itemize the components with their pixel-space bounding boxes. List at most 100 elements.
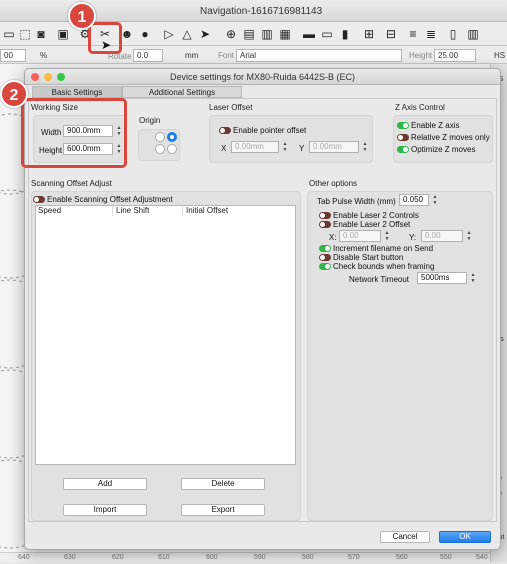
font-label: Font: [218, 51, 235, 60]
height-input[interactable]: 25.00: [434, 49, 476, 62]
laser-offset-x-label: X: [221, 144, 227, 153]
cancel-button[interactable]: Cancel: [380, 531, 430, 543]
increment-filename-toggle[interactable]: [319, 245, 331, 252]
size-icon[interactable]: ▯: [446, 27, 460, 41]
ok-button[interactable]: OK: [439, 531, 491, 543]
origin-bottom-right[interactable]: [167, 144, 177, 154]
distribute-v-icon[interactable]: ▭: [320, 27, 334, 41]
laser-offset-x-stepper[interactable]: ▲ ▼: [281, 141, 289, 154]
network-timeout-label: Network Timeout: [349, 275, 410, 284]
callout-2: 2: [0, 80, 28, 108]
zoom-unit: %: [40, 51, 48, 60]
laser2-offset-label: Enable Laser 2 Offset: [333, 220, 411, 229]
send-icon[interactable]: ➤: [198, 27, 212, 41]
distribute-h-icon[interactable]: ▬: [302, 27, 316, 41]
laser2-controls-toggle[interactable]: [319, 212, 331, 219]
ruler-tick: 620: [112, 554, 124, 561]
export-button[interactable]: Export: [181, 504, 265, 516]
tab-pulse-label: Tab Pulse Width (mm): [317, 197, 396, 206]
network-timeout-input[interactable]: 5000ms: [417, 272, 467, 284]
origin-top-right[interactable]: [167, 132, 177, 142]
space-icon[interactable]: ≣: [424, 27, 438, 41]
ruler-tick: 540: [476, 554, 488, 561]
mm-label: mm: [185, 51, 199, 60]
laser2-y-label: Y:: [409, 233, 417, 242]
ruler-tick: 640: [18, 554, 30, 561]
ruler-tick: 600: [206, 554, 218, 561]
add-button[interactable]: Add: [63, 478, 147, 490]
laser-offset-y-label: Y: [299, 144, 305, 153]
import-button[interactable]: Import: [63, 504, 147, 516]
hs-label: HS: [494, 51, 506, 60]
relative-z-label: Relative Z moves only: [411, 133, 490, 142]
origin-top-left[interactable]: [155, 132, 165, 142]
dialog-title-bar: Device settings for MX80-Ruida 6442S-B (…: [25, 69, 500, 85]
laser-offset-x-input[interactable]: 0.00mm: [231, 141, 279, 153]
laser-offset-y-input[interactable]: 0.00mm: [309, 141, 359, 153]
scanning-offset-label: Scanning Offset Adjust: [31, 179, 112, 188]
disable-start-toggle[interactable]: [319, 254, 331, 261]
group-icon[interactable]: ▮: [338, 27, 352, 41]
property-toolbar: 00 % Rotate 0.0 mm Font Arial Height 25.…: [0, 46, 507, 64]
other-options-label: Other options: [309, 179, 358, 188]
disable-start-label: Disable Start button: [333, 253, 404, 262]
align-right-icon[interactable]: ▦: [278, 27, 292, 41]
origin-bottom-left[interactable]: [155, 144, 165, 154]
origin-label: Origin: [139, 116, 161, 125]
tab-pulse-stepper[interactable]: ▲ ▼: [431, 194, 439, 207]
ruler-tick: 570: [348, 554, 360, 561]
camera-icon[interactable]: ◙: [34, 27, 48, 41]
enable-z-axis-toggle[interactable]: [397, 122, 409, 129]
pointer-offset-label: Enable pointer offset: [233, 126, 307, 135]
optimize-z-label: Optimize Z moves: [411, 145, 476, 154]
scanning-offset-table[interactable]: Speed Line Shift Initial Offset: [35, 205, 296, 465]
open-icon[interactable]: ▭: [2, 27, 16, 41]
pointer-offset-toggle[interactable]: [219, 127, 231, 134]
user-icon[interactable]: ●: [138, 27, 152, 41]
node-icon[interactable]: ⊟: [384, 27, 398, 41]
check-bounds-toggle[interactable]: [319, 263, 331, 270]
column-header-speed[interactable]: Speed: [38, 206, 61, 216]
tab-pulse-input[interactable]: 0.050: [399, 194, 429, 206]
dialog-tabs: Basic Settings Additional Settings: [32, 86, 497, 98]
scanning-offset-enable-label: Enable Scanning Offset Adjustment: [47, 195, 173, 204]
column-header-line-shift[interactable]: Line Shift: [112, 206, 149, 216]
scanning-offset-toggle[interactable]: [33, 196, 45, 203]
align-center-icon[interactable]: ▥: [260, 27, 274, 41]
laser2-y-input[interactable]: 0.00: [421, 230, 463, 242]
column-header-initial-offset[interactable]: Initial Offset: [182, 206, 228, 216]
mirror-icon[interactable]: ▷: [162, 27, 176, 41]
more-icon[interactable]: ▥: [466, 27, 480, 41]
laser-offset-y-stepper[interactable]: ▲ ▼: [361, 141, 369, 154]
monitor-icon[interactable]: ▣: [56, 27, 70, 41]
zoom-input[interactable]: 00: [0, 49, 26, 62]
laser2-x-input[interactable]: 0.00: [339, 230, 381, 242]
tab-basic-settings[interactable]: Basic Settings: [32, 86, 122, 98]
flip-icon[interactable]: △: [180, 27, 194, 41]
network-timeout-stepper[interactable]: ▲ ▼: [469, 272, 477, 285]
laser2-y-stepper[interactable]: ▲ ▼: [465, 230, 473, 243]
app-window-title: Navigation-1616716981143: [200, 6, 323, 17]
target-icon[interactable]: ⊕: [224, 27, 238, 41]
rotate-input[interactable]: 0.0: [133, 49, 163, 62]
height-label: Height: [409, 51, 433, 60]
laser2-offset-toggle[interactable]: [319, 221, 331, 228]
arrange-icon[interactable]: ≡: [406, 27, 420, 41]
array-icon[interactable]: ⊞: [362, 27, 376, 41]
laser2-x-label: X:: [329, 233, 337, 242]
users-icon[interactable]: ☻: [120, 27, 134, 41]
font-select[interactable]: Arial: [236, 49, 402, 62]
align-left-icon[interactable]: ▤: [242, 27, 256, 41]
laser2-x-stepper[interactable]: ▲ ▼: [383, 230, 391, 243]
laser-offset-group: [209, 115, 373, 163]
callout-1: 1: [68, 2, 96, 30]
enable-z-axis-label: Enable Z axis: [411, 121, 460, 130]
select-icon[interactable]: ⬚: [18, 27, 32, 41]
laser-offset-label: Laser Offset: [209, 103, 253, 112]
ruler-tick: 560: [396, 554, 408, 561]
optimize-z-toggle[interactable]: [397, 146, 409, 153]
delete-button[interactable]: Delete: [181, 478, 265, 490]
relative-z-toggle[interactable]: [397, 134, 409, 141]
ruler-tick: 630: [64, 554, 76, 561]
tab-additional-settings[interactable]: Additional Settings: [122, 86, 242, 98]
